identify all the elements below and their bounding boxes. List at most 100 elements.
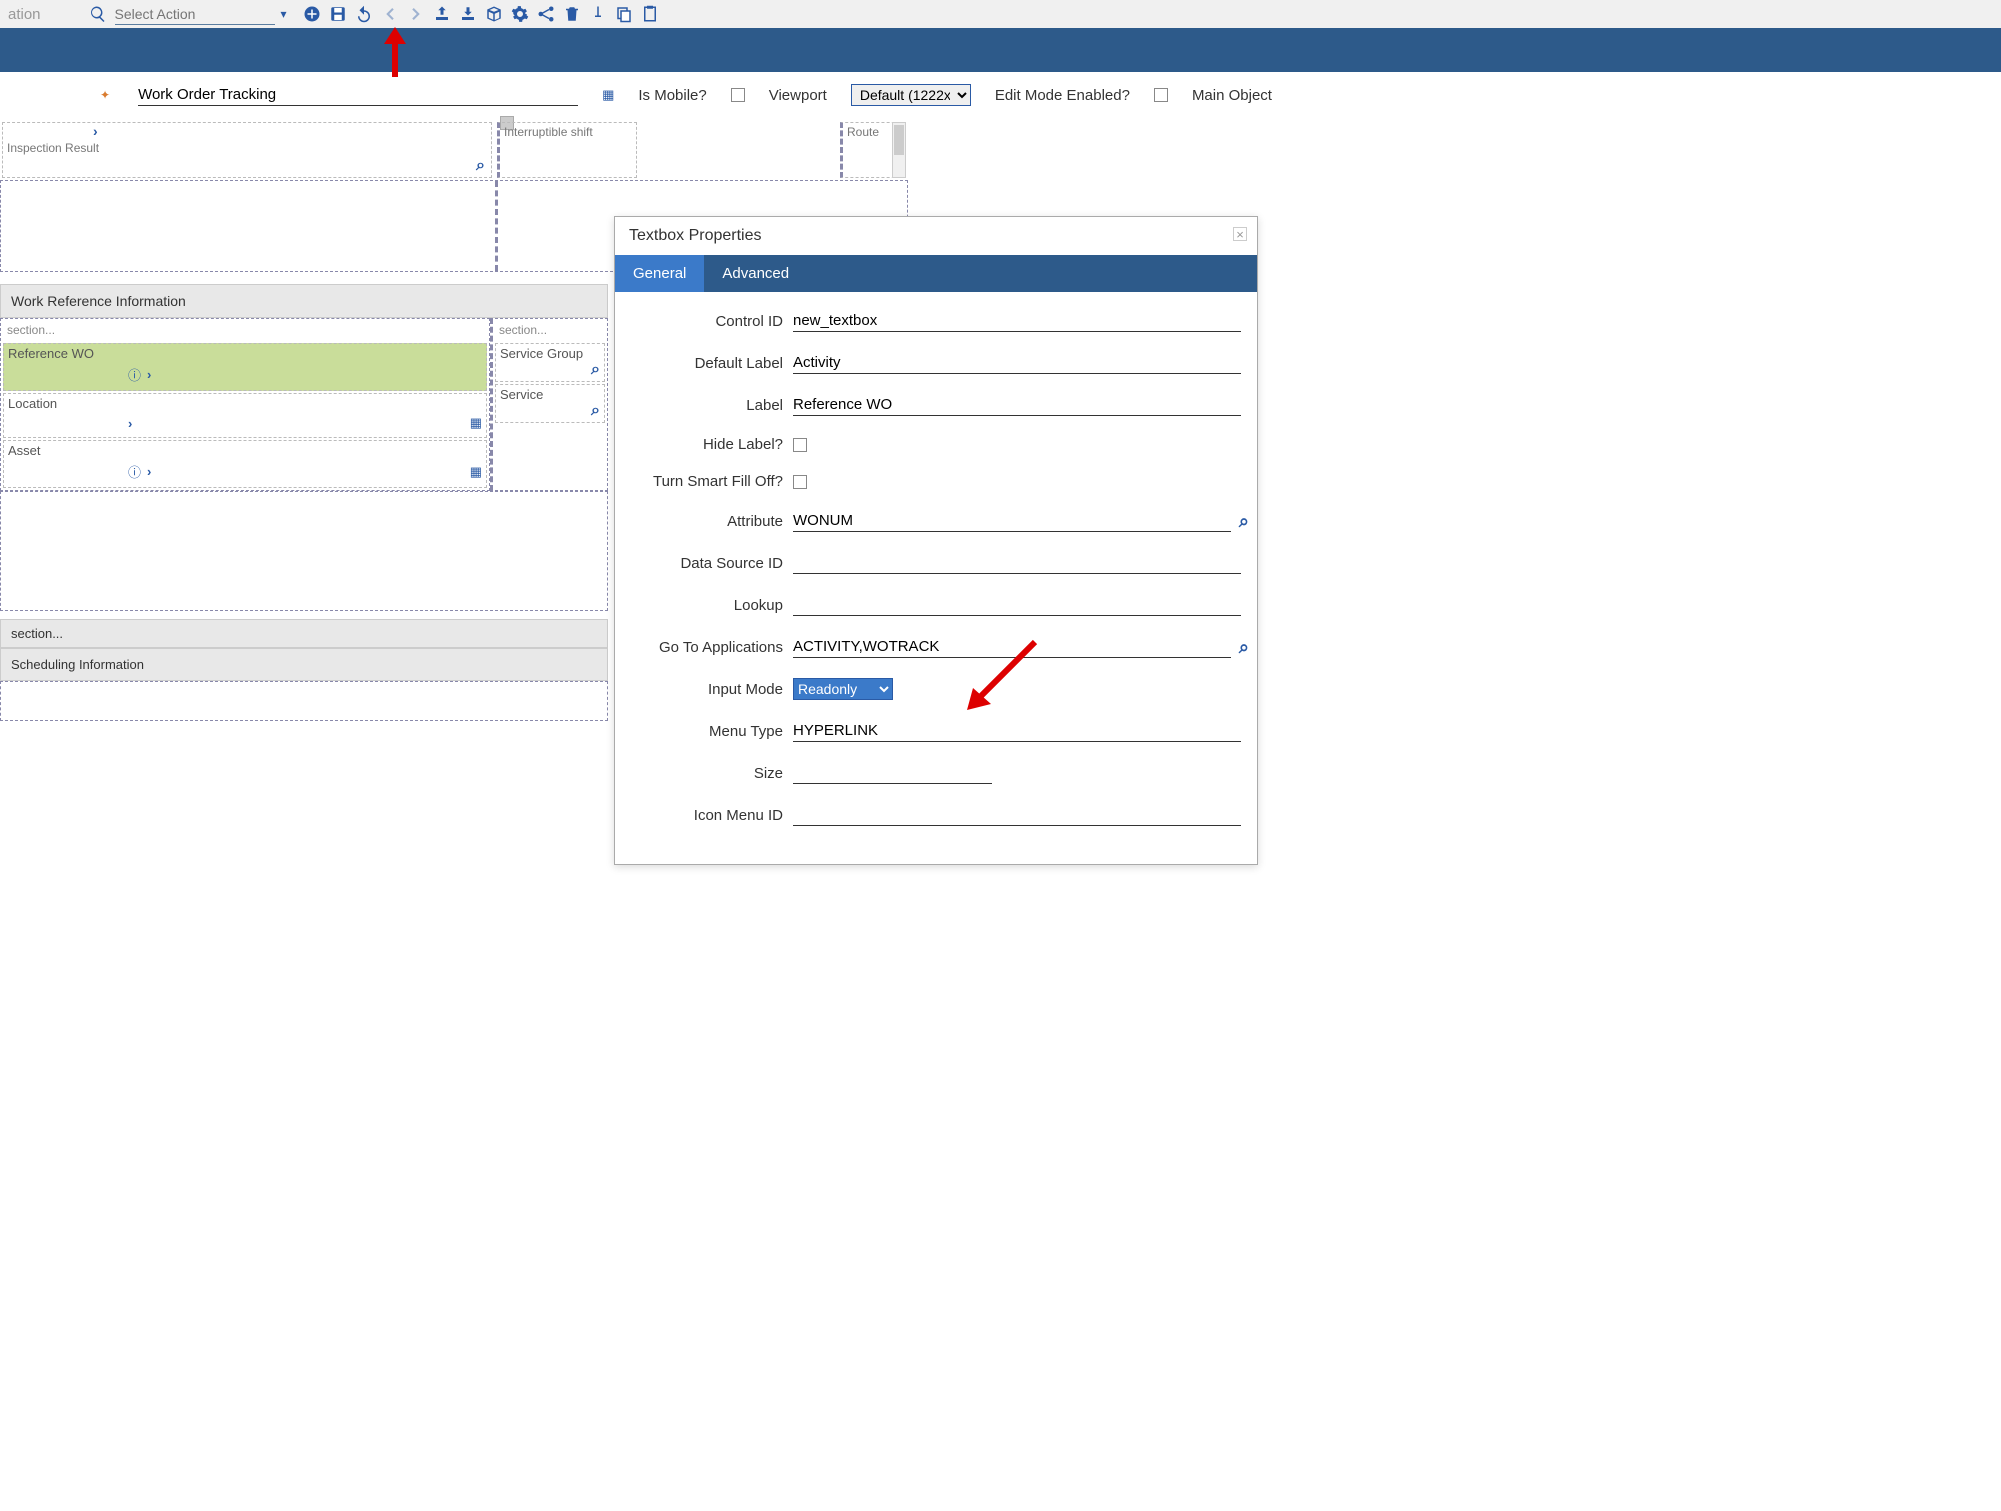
calendar-icon[interactable]: ▦: [470, 415, 482, 431]
label-ds-id: Data Source ID: [623, 555, 793, 572]
lookup-icon[interactable]: ⌕: [591, 402, 600, 419]
chevron-right-icon: ›: [147, 464, 151, 479]
label-lookup: Lookup: [623, 597, 793, 614]
label-default-label: Default Label: [623, 355, 793, 372]
label-menu-type: Menu Type: [623, 723, 793, 740]
info-icon[interactable]: ⓘ: [128, 365, 141, 384]
label-hide-label: Hide Label?: [623, 436, 793, 453]
input-lookup[interactable]: [793, 594, 1241, 616]
field-location[interactable]: Location ›▦: [3, 393, 487, 438]
field-reference-wo[interactable]: Reference WO ⓘ›: [3, 343, 487, 391]
cut-icon[interactable]: [589, 5, 607, 23]
wri-left-column: section... Reference WO ⓘ› Location ›▦ A…: [0, 318, 490, 491]
add-icon[interactable]: [303, 5, 321, 23]
header-row: ✦ ▦ Is Mobile? Viewport Default (1222x7 …: [0, 72, 2001, 114]
label-goto: Go To Applications: [623, 639, 793, 656]
input-control-id[interactable]: [793, 310, 1241, 332]
app-label-fragment: ation: [8, 6, 41, 23]
label-size: Size: [623, 765, 793, 782]
section-body-wri: section... Reference WO ⓘ› Location ›▦ A…: [0, 318, 608, 491]
tab-general[interactable]: General: [615, 255, 704, 292]
is-mobile-checkbox[interactable]: [731, 88, 745, 102]
label-icon-menu: Icon Menu ID: [623, 807, 793, 824]
chevron-right-icon: ›: [147, 367, 151, 382]
is-mobile-label: Is Mobile?: [638, 87, 706, 104]
viewport-select[interactable]: Default (1222x7: [851, 84, 971, 106]
label-attribute: Attribute: [623, 513, 793, 530]
gear-icon[interactable]: [511, 5, 529, 23]
field-service[interactable]: Service ⌕: [495, 384, 605, 423]
arrow-left-icon[interactable]: [381, 5, 399, 23]
lookup-icon[interactable]: ⌕: [476, 157, 485, 175]
trash-icon[interactable]: [563, 5, 581, 23]
section-label: section...: [493, 319, 607, 341]
section-header-wri[interactable]: Work Reference Information: [0, 284, 608, 318]
required-star-icon: ✦: [100, 88, 110, 102]
action-select-input[interactable]: [115, 3, 275, 25]
label-label: Label: [623, 397, 793, 414]
field-label: Inspection Result: [3, 139, 491, 157]
calendar-icon[interactable]: ▦: [470, 464, 482, 480]
properties-dialog: Textbox Properties × General Advanced Co…: [614, 216, 1258, 865]
section-header-scheduling[interactable]: Scheduling Information: [0, 648, 608, 681]
arrow-right-icon[interactable]: [407, 5, 425, 23]
edit-mode-label: Edit Mode Enabled?: [995, 87, 1130, 104]
dialog-title-text: Textbox Properties: [629, 227, 762, 244]
field-service-group[interactable]: Service Group ⌕: [495, 343, 605, 382]
undo-icon[interactable]: [355, 5, 373, 23]
canvas-block-inspection[interactable]: › Inspection Result ⌕: [2, 122, 492, 178]
input-ds-id[interactable]: [793, 552, 1241, 574]
chevron-right-icon: ›: [128, 416, 132, 431]
dialog-title: Textbox Properties ×: [615, 217, 1257, 255]
dialog-tabs: General Advanced: [615, 255, 1257, 292]
dialog-body: Control ID Default Label Label Hide Labe…: [615, 292, 1257, 864]
search-icon[interactable]: [89, 5, 107, 23]
label-input-mode: Input Mode: [623, 681, 793, 698]
edit-mode-checkbox[interactable]: [1154, 88, 1168, 102]
tree-icon[interactable]: [537, 5, 555, 23]
label-control-id: Control ID: [623, 313, 793, 330]
close-icon[interactable]: ×: [1233, 227, 1247, 241]
input-size[interactable]: [793, 762, 992, 784]
section-header[interactable]: section...: [0, 619, 608, 648]
input-label[interactable]: [793, 394, 1241, 416]
viewport-label: Viewport: [769, 87, 827, 104]
blue-ribbon: [0, 28, 2001, 72]
main-object-label: Main Object: [1192, 87, 1272, 104]
canvas-block-route[interactable]: Route: [840, 122, 900, 178]
toolbar-icons: [303, 5, 659, 23]
select-input-mode[interactable]: Readonly: [793, 678, 893, 700]
checkbox-smart-fill[interactable]: [793, 475, 807, 489]
blank-section[interactable]: [0, 491, 608, 611]
input-goto[interactable]: [793, 636, 1231, 658]
package-icon[interactable]: [485, 5, 503, 23]
app-title-input[interactable]: [138, 84, 578, 106]
input-icon-menu[interactable]: [793, 804, 1241, 826]
chevron-down-icon: ▾: [281, 7, 287, 21]
copy-icon[interactable]: [615, 5, 633, 23]
input-attribute[interactable]: [793, 510, 1231, 532]
import-icon[interactable]: [433, 5, 451, 23]
field-asset[interactable]: Asset ⓘ›▦: [3, 440, 487, 488]
action-select[interactable]: ▾: [115, 3, 287, 25]
lookup-icon[interactable]: ⌕: [1239, 637, 1249, 658]
export-icon[interactable]: [459, 5, 477, 23]
save-icon[interactable]: [329, 5, 347, 23]
wri-right-column: section... Service Group ⌕ Service ⌕: [490, 318, 608, 491]
scrollbar[interactable]: [892, 122, 906, 178]
lookup-icon[interactable]: ⌕: [591, 361, 600, 378]
toolbar: ation ▾: [0, 0, 2001, 28]
section-label: section...: [1, 319, 489, 341]
info-icon[interactable]: ⓘ: [128, 462, 141, 481]
field-label: Interruptible shift: [500, 123, 636, 141]
input-menu-type[interactable]: [793, 720, 1241, 742]
label-smart-fill: Turn Smart Fill Off?: [623, 473, 793, 490]
chevron-right-icon: ›: [93, 123, 491, 139]
calendar-icon[interactable]: ▦: [602, 87, 614, 103]
lookup-icon[interactable]: ⌕: [1239, 511, 1249, 532]
checkbox-hide-label[interactable]: [793, 438, 807, 452]
paste-icon[interactable]: [641, 5, 659, 23]
tab-advanced[interactable]: Advanced: [704, 255, 807, 292]
canvas-block-shift[interactable]: Interruptible shift: [497, 122, 637, 178]
input-default-label[interactable]: [793, 352, 1241, 374]
